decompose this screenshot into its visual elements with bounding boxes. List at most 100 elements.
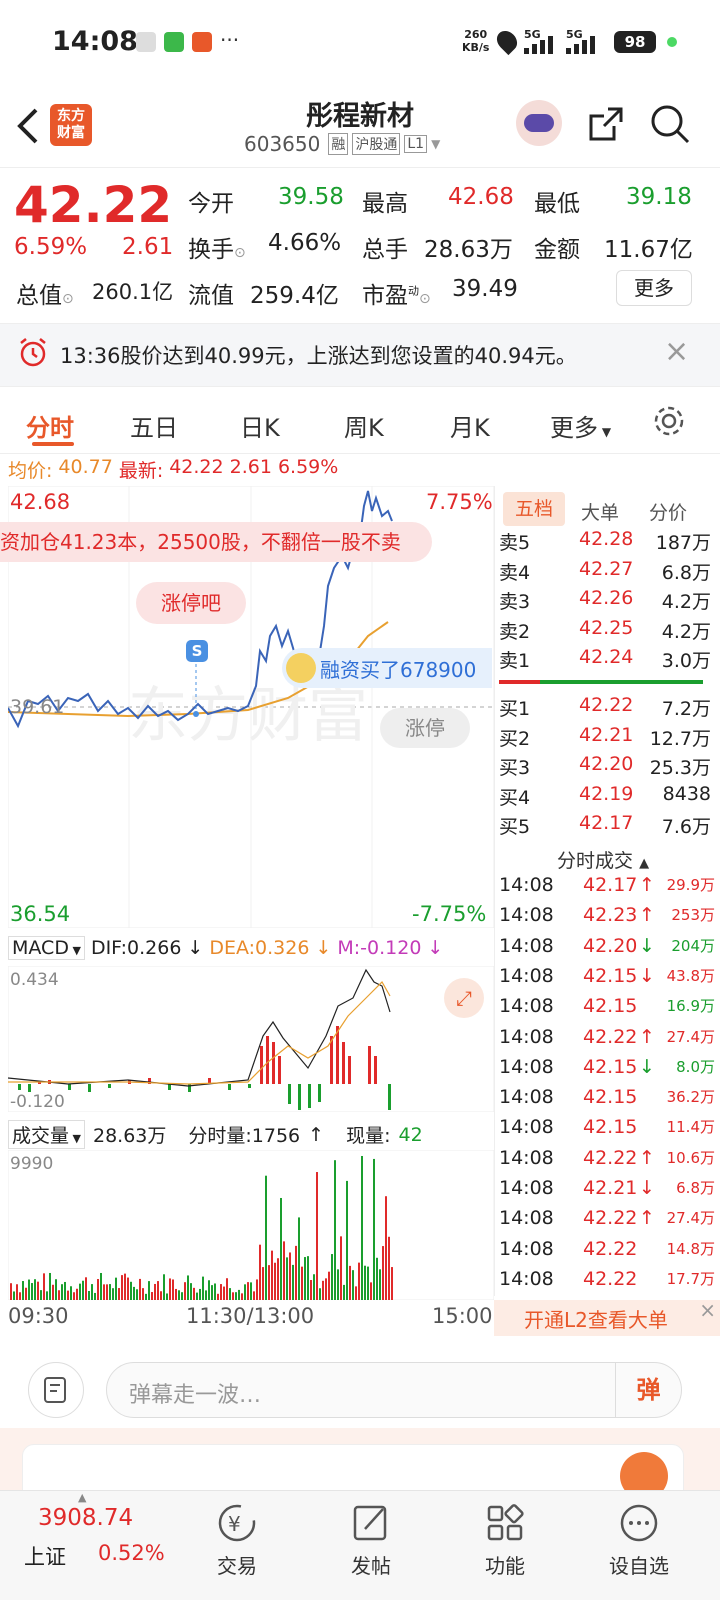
buys-row[interactable]: 买1 42.22 7.2万: [499, 694, 711, 724]
macd-selector[interactable]: MACD ▼: [8, 936, 85, 960]
danmu-input[interactable]: 弹幕走一波… 弹: [106, 1362, 682, 1418]
ob-price: 42.25: [579, 616, 634, 639]
volume-bar: [256, 1279, 258, 1300]
price-alert-banner[interactable]: 13:36股价达到40.99元，上涨达到您设置的40.94元。 ×: [0, 323, 720, 387]
ob-label: 买2: [499, 727, 531, 750]
volume-bar: [52, 1284, 54, 1300]
tab-weekly[interactable]: 周K: [344, 408, 384, 443]
limit-up-bubble[interactable]: 涨停: [380, 708, 470, 748]
volume-bar: [82, 1280, 84, 1300]
tab-intraday[interactable]: 分时: [26, 408, 74, 443]
trade-time: 14:08: [499, 964, 554, 987]
more-button[interactable]: 更多: [616, 270, 692, 306]
trade-price: 42.22: [583, 1267, 638, 1290]
volume-bar: [364, 1265, 366, 1300]
volume-bar: [34, 1279, 36, 1300]
volume-bar: [118, 1288, 120, 1300]
tab-daily[interactable]: 日K: [240, 408, 280, 443]
macd-chart[interactable]: [8, 966, 494, 1112]
high-value: 42.68: [448, 184, 514, 210]
ob-tab-five[interactable]: 五档: [503, 492, 565, 526]
mcap-value: 260.1亿: [92, 280, 174, 304]
high-label: 最高: [362, 191, 408, 217]
stock-code: 603650: [244, 132, 321, 156]
volume-bar: [124, 1273, 126, 1300]
danmu-send-button[interactable]: 弹: [615, 1363, 681, 1417]
volume-bar: [127, 1277, 129, 1300]
ob-price: 42.19: [579, 782, 634, 805]
danmaku-bubble[interactable]: 资加仓41.23本，25500股，不翻倍一股不卖: [0, 522, 432, 562]
volume-bar: [67, 1290, 69, 1300]
volume-bar: [190, 1283, 192, 1300]
volume-bar: [292, 1264, 294, 1300]
volume-bar: [100, 1272, 102, 1300]
nav-post[interactable]: 发帖: [316, 1501, 426, 1579]
robot-avatar[interactable]: [516, 100, 562, 146]
pe-label: 市盈动⊙: [362, 283, 431, 309]
volume-bar: [307, 1256, 309, 1300]
share-icon[interactable]: [588, 106, 624, 142]
ob-price: 42.21: [579, 723, 634, 746]
volume-bar: [187, 1275, 189, 1300]
nav-trade[interactable]: ¥ 交易: [182, 1501, 292, 1579]
volume-bar: [178, 1290, 180, 1300]
location-icon: [492, 26, 522, 56]
tab-5day[interactable]: 五日: [130, 408, 178, 443]
volume-bar: [337, 1269, 339, 1300]
volume-bar: [331, 1254, 333, 1300]
ob-volume: 6.8万: [661, 561, 711, 584]
search-icon[interactable]: [650, 104, 690, 144]
limit-up-bar-bubble[interactable]: 涨停吧: [136, 582, 246, 624]
close-icon[interactable]: ×: [699, 1298, 716, 1322]
tab-monthly[interactable]: 月K: [450, 408, 490, 443]
close-icon[interactable]: ×: [664, 334, 689, 369]
nav-functions[interactable]: 功能: [450, 1501, 560, 1579]
compose-icon[interactable]: [28, 1362, 84, 1418]
trades-header[interactable]: 分时成交 ▲: [557, 846, 649, 873]
l2-banner[interactable]: 开通L2查看大单 ×: [494, 1298, 720, 1336]
stock-code-row[interactable]: 603650 融 沪股通 L1 ▼: [244, 132, 440, 156]
margin-buy-bubble[interactable]: 融资买了678900: [282, 648, 492, 688]
volume-bar: [232, 1292, 234, 1300]
ob-tab-big[interactable]: 大单: [581, 498, 619, 525]
sells-row[interactable]: 卖2 42.25 4.2万: [499, 617, 711, 647]
buys-row[interactable]: 买3 42.20 25.3万: [499, 753, 711, 783]
info-icon: ⊙: [419, 291, 431, 307]
tab-more[interactable]: 更多 ▼: [550, 408, 611, 443]
trade-marker-s[interactable]: S: [186, 640, 208, 662]
buys-row[interactable]: 买2 42.21 12.7万: [499, 724, 711, 754]
top-pct: 7.75%: [426, 490, 493, 514]
volume-bar: [319, 1288, 321, 1300]
volume-bar: [325, 1278, 327, 1300]
trade-time: 14:08: [499, 1086, 554, 1109]
more-icon: [620, 1504, 658, 1542]
volume-bar: [109, 1284, 111, 1300]
volume-top: 9990: [10, 1154, 54, 1174]
ob-volume: 3.0万: [661, 650, 711, 672]
buys-row[interactable]: 买5 42.17 7.6万: [499, 812, 711, 842]
volume-bar: [352, 1270, 354, 1300]
sells-row[interactable]: 卖4 42.27 6.8万: [499, 558, 711, 588]
ob-label: 买1: [499, 698, 531, 720]
trade-volume: 10.6万: [666, 1148, 715, 1167]
buys-row[interactable]: 买4 42.19 8438: [499, 783, 711, 813]
trade-arrow: ↓: [639, 1055, 655, 1078]
trade-row: 14:08 42.22 14.8万: [499, 1238, 715, 1268]
volume-bar: [295, 1245, 297, 1300]
up-arrow-icon: ▲: [78, 1491, 87, 1504]
trade-time: 14:08: [499, 1146, 554, 1169]
expand-icon[interactable]: ⤢: [444, 978, 484, 1018]
phone-icon: [164, 32, 184, 52]
index-ticker[interactable]: ▲ 3908.74 上证 0.52%: [0, 1491, 190, 1601]
volume-chart[interactable]: [8, 1150, 494, 1300]
trade-row: 14:08 42.22 ↑ 10.6万: [499, 1147, 715, 1177]
sells-row[interactable]: 卖3 42.26 4.2万: [499, 587, 711, 617]
ob-tab-price[interactable]: 分价: [649, 498, 687, 525]
settings-icon[interactable]: [652, 404, 686, 438]
nav-watchlist[interactable]: 设自选: [584, 1501, 694, 1579]
volume-selector[interactable]: 成交量 ▼: [8, 1120, 85, 1149]
level-tag: L1: [404, 135, 428, 153]
sells-row[interactable]: 卖1 42.24 3.0万: [499, 646, 711, 676]
sells-row[interactable]: 卖5 42.28 187万: [499, 528, 711, 558]
low-value: 39.18: [626, 184, 692, 210]
